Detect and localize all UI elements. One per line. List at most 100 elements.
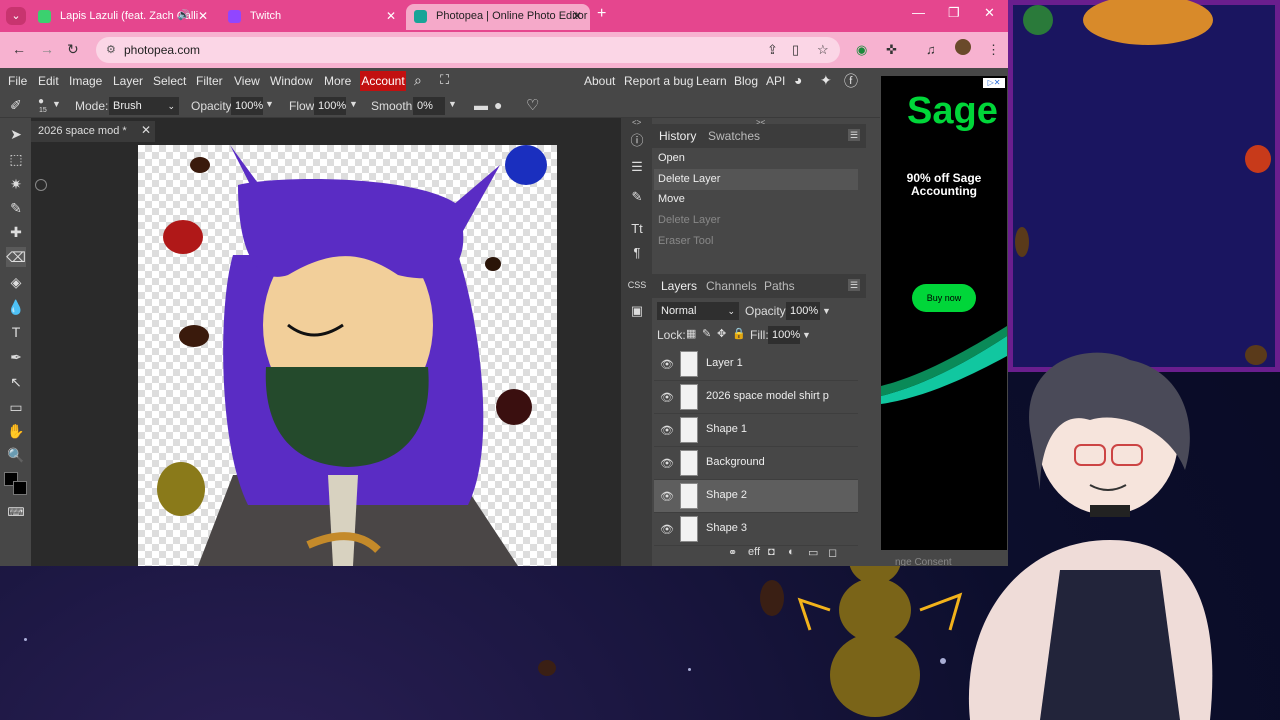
tab-twitch[interactable]: Twitch ✕ bbox=[220, 4, 404, 30]
reader-icon[interactable]: ▯ bbox=[792, 42, 799, 58]
pen-tool-icon[interactable]: ✒ bbox=[6, 347, 26, 367]
mode-select[interactable]: Brush ⌄ bbox=[109, 97, 179, 115]
lock-all-icon[interactable]: 🔒 bbox=[732, 327, 746, 340]
flow-input[interactable]: 100% bbox=[314, 97, 346, 115]
menu-window[interactable]: Window bbox=[270, 74, 313, 88]
chevron-down-icon[interactable]: ▼ bbox=[448, 99, 457, 109]
panel-menu-icon[interactable]: ☰ bbox=[848, 129, 860, 141]
chevron-down-icon[interactable]: ▼ bbox=[349, 99, 358, 109]
fullscreen-icon[interactable]: ⛶ bbox=[440, 72, 449, 88]
menu-image[interactable]: Image bbox=[69, 74, 102, 88]
tab-search-button[interactable]: ⌄ bbox=[6, 7, 26, 25]
install-app-icon[interactable]: ⇪ bbox=[767, 42, 778, 58]
layer-row[interactable]: 👁 Background bbox=[654, 447, 858, 480]
lock-position-icon[interactable]: ✥ bbox=[717, 327, 726, 340]
reload-button[interactable]: ↻ bbox=[67, 41, 79, 58]
magic-wand-icon[interactable]: ✷ bbox=[6, 174, 26, 194]
layer-effects-button[interactable]: eff bbox=[748, 546, 760, 558]
marquee-tool-icon[interactable]: ⬚ bbox=[6, 149, 26, 169]
quick-mask-icon[interactable]: ⌨ bbox=[6, 502, 26, 522]
chevron-down-icon[interactable]: ▼ bbox=[265, 99, 274, 109]
close-icon[interactable]: ✕ bbox=[572, 4, 582, 28]
extension-icon[interactable]: ◉ bbox=[856, 42, 867, 58]
menu-view[interactable]: View bbox=[234, 74, 260, 88]
menu-blog[interactable]: Blog bbox=[734, 74, 758, 88]
chevron-down-icon[interactable]: ▼ bbox=[802, 330, 811, 340]
character-panel-icon[interactable]: Tt bbox=[626, 218, 648, 240]
history-item[interactable]: Delete Layer bbox=[654, 210, 858, 231]
sage-advertisement[interactable]: ▷✕ Sage 90% off Sage Accounting Buy now bbox=[881, 76, 1007, 550]
path-select-icon[interactable]: ↖ bbox=[6, 372, 26, 392]
minimize-button[interactable]: — bbox=[912, 5, 925, 20]
menu-select[interactable]: Select bbox=[153, 74, 186, 88]
eye-icon[interactable]: 👁 bbox=[660, 490, 674, 503]
eraser-preset-icon[interactable]: ✐ bbox=[10, 97, 22, 114]
menu-report-bug[interactable]: Report a bug bbox=[624, 74, 693, 88]
eye-icon[interactable]: 👁 bbox=[660, 391, 674, 404]
smooth-input[interactable]: 0% bbox=[413, 97, 445, 115]
eye-icon[interactable]: 👁 bbox=[660, 358, 674, 371]
image-panel-icon[interactable]: ▣ bbox=[626, 300, 648, 322]
reddit-icon[interactable]: ◕ bbox=[794, 72, 802, 88]
opacity-input[interactable]: 100% bbox=[231, 97, 263, 115]
omnibox[interactable]: ⚙ photopea.com bbox=[96, 37, 840, 63]
type-tool-icon[interactable]: T bbox=[6, 322, 26, 342]
forward-button[interactable]: → bbox=[40, 41, 54, 57]
zoom-tool-icon[interactable]: 🔍 bbox=[6, 445, 26, 465]
fill-input[interactable]: 100% bbox=[768, 326, 800, 344]
menu-learn[interactable]: Learn bbox=[696, 74, 727, 88]
collapse-arrows-icon[interactable]: <> bbox=[632, 118, 641, 127]
chevron-down-icon[interactable]: ▼ bbox=[822, 306, 831, 316]
tab-layers[interactable]: Layers bbox=[661, 279, 697, 293]
hand-tool-icon[interactable]: ✋ bbox=[6, 421, 26, 441]
history-item[interactable]: Delete Layer bbox=[654, 169, 858, 190]
eye-icon[interactable]: 👁 bbox=[660, 424, 674, 437]
tab-photopea[interactable]: Photopea | Online Photo Editor ✕ bbox=[406, 4, 590, 30]
new-group-icon[interactable]: ▭ bbox=[808, 546, 818, 559]
account-button[interactable]: Account bbox=[360, 71, 406, 91]
chevron-down-icon[interactable]: ▼ bbox=[52, 99, 61, 109]
heart-icon[interactable]: ♡ bbox=[526, 96, 539, 114]
lock-transparency-icon[interactable]: ▦ bbox=[686, 327, 696, 340]
link-layers-icon[interactable]: ⚭ bbox=[728, 546, 737, 559]
close-icon[interactable]: ✕ bbox=[198, 4, 208, 28]
bookmark-star-icon[interactable]: ☆ bbox=[817, 42, 829, 58]
layer-row[interactable]: 👁 2026 space model shirt p bbox=[654, 381, 858, 414]
document-canvas[interactable] bbox=[138, 145, 557, 566]
css-panel-icon[interactable]: CSS bbox=[626, 274, 648, 296]
layer-row[interactable]: 👁 Layer 1 bbox=[654, 348, 858, 381]
menu-layer[interactable]: Layer bbox=[113, 74, 143, 88]
brush-size-icon[interactable]: ● bbox=[38, 96, 44, 107]
eye-icon[interactable]: 👁 bbox=[660, 523, 674, 536]
tab-lapis-lazuli[interactable]: Lapis Lazuli (feat. Zach Calli 🔊 ✕ bbox=[30, 4, 216, 30]
tab-swatches[interactable]: Swatches bbox=[708, 129, 760, 143]
restore-button[interactable]: ❐ bbox=[948, 5, 960, 21]
move-tool-icon[interactable]: ➤ bbox=[6, 124, 26, 144]
twitter-icon[interactable]: ✦ bbox=[820, 72, 832, 89]
close-icon[interactable]: ✕ bbox=[141, 123, 151, 137]
history-item[interactable]: Move bbox=[654, 189, 858, 210]
adjustment-layer-icon[interactable]: ◐ bbox=[788, 546, 795, 558]
media-control-icon[interactable]: ♫ bbox=[926, 42, 936, 57]
paragraph-panel-icon[interactable]: ¶ bbox=[626, 242, 648, 264]
search-icon[interactable]: ⌕ bbox=[414, 72, 422, 89]
layer-row[interactable]: 👁 Shape 2 bbox=[654, 480, 858, 513]
blur-tool-icon[interactable]: 💧 bbox=[6, 297, 26, 317]
eye-icon[interactable]: 👁 bbox=[660, 457, 674, 470]
extensions-puzzle-icon[interactable]: ✜ bbox=[886, 42, 897, 58]
history-item[interactable]: Eraser Tool bbox=[654, 231, 858, 252]
pressure-icon[interactable]: ● bbox=[494, 97, 502, 113]
layer-row[interactable]: 👁 Shape 1 bbox=[654, 414, 858, 447]
paint-bucket-icon[interactable]: ◈ bbox=[6, 272, 26, 292]
ad-buy-now-button[interactable]: Buy now bbox=[912, 284, 976, 312]
close-icon[interactable]: ✕ bbox=[386, 4, 396, 28]
layer-row[interactable]: 👁 Shape 3 bbox=[654, 513, 858, 546]
tab-channels[interactable]: Channels bbox=[706, 279, 757, 293]
menu-more[interactable]: More bbox=[324, 74, 351, 88]
speaker-icon[interactable]: 🔊 bbox=[178, 4, 190, 28]
profile-avatar[interactable] bbox=[955, 39, 971, 55]
new-layer-icon[interactable]: ◻ bbox=[828, 546, 837, 559]
facebook-icon[interactable]: ⓕ bbox=[844, 71, 858, 91]
document-tab[interactable]: 2026 space mod * bbox=[31, 121, 155, 142]
site-info-icon[interactable]: ⚙ bbox=[106, 43, 116, 56]
